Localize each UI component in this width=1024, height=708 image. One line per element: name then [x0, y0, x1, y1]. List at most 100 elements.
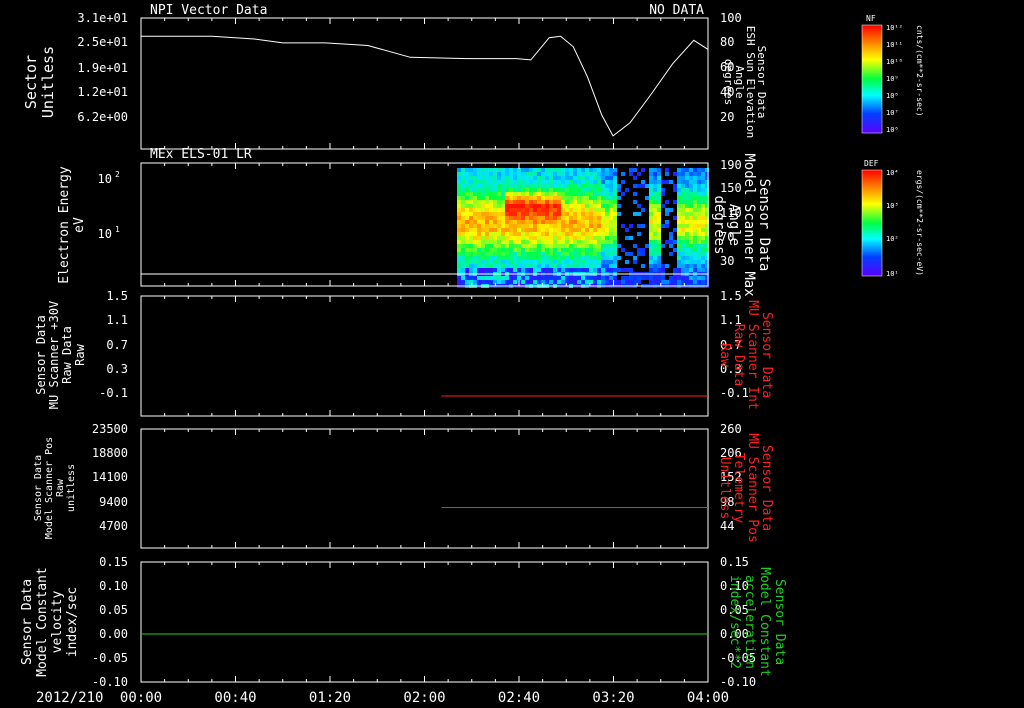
- spectrogram-cell: [525, 244, 529, 248]
- spectrogram-cell: [645, 244, 649, 248]
- spectrogram-cell: [469, 280, 473, 284]
- spectrogram-cell: [545, 180, 549, 184]
- spectrogram-cell: [561, 256, 565, 260]
- svg-text:Angle: Angle: [726, 204, 742, 246]
- spectrogram-cell: [589, 240, 593, 244]
- spectrogram-cell: [633, 244, 637, 248]
- spectrogram-cell: [553, 244, 557, 248]
- spectrogram-cell: [469, 196, 473, 200]
- spectrogram-cell: [469, 248, 473, 252]
- spectrogram-cell: [541, 240, 545, 244]
- spectrogram-cell: [621, 172, 625, 176]
- spectrogram-cell: [565, 248, 569, 252]
- spectrogram-cell: [681, 168, 685, 172]
- spectrogram-cell: [625, 280, 629, 284]
- spectrogram-cell: [533, 248, 537, 252]
- spectrogram-cell: [661, 180, 665, 184]
- spectrogram-cell: [537, 184, 541, 188]
- spectrogram-cell: [561, 220, 565, 224]
- spectrogram-cell: [509, 228, 513, 232]
- spectrogram-cell: [553, 276, 557, 280]
- spectrogram-cell: [513, 168, 517, 172]
- spectrogram-cell: [593, 176, 597, 180]
- spectrogram-cell: [689, 256, 693, 260]
- spectrogram-cell: [565, 256, 569, 260]
- spectrogram-cell: [657, 256, 661, 260]
- spectrogram-cell: [473, 208, 477, 212]
- spectrogram-cell: [701, 204, 705, 208]
- spectrogram-cell: [529, 244, 533, 248]
- spectrogram-cell: [501, 168, 505, 172]
- spectrogram-cell: [677, 256, 681, 260]
- spectrogram-cell: [461, 176, 465, 180]
- spectrogram-cell: [541, 212, 545, 216]
- spectrogram-cell: [529, 200, 533, 204]
- spectrogram-cell: [629, 224, 633, 228]
- spectrogram-cell: [569, 252, 573, 256]
- spectrogram-cell: [657, 244, 661, 248]
- spectrogram-cell: [593, 236, 597, 240]
- spectrogram-cell: [513, 252, 517, 256]
- spectrogram-cell: [489, 276, 493, 280]
- svg-text:acceleration: acceleration: [742, 575, 757, 669]
- spectrogram-cell: [685, 168, 689, 172]
- spectrogram-cell: [461, 172, 465, 176]
- spectrogram-cell: [677, 184, 681, 188]
- spectrogram-cell: [529, 236, 533, 240]
- spectrogram-cell: [485, 216, 489, 220]
- colorbar-tick: 10⁸: [886, 92, 899, 100]
- spectrogram-cell: [553, 196, 557, 200]
- spectrogram-cell: [593, 264, 597, 268]
- spectrogram-cell: [685, 244, 689, 248]
- spectrogram-cell: [601, 168, 605, 172]
- spectrogram-cell: [673, 172, 677, 176]
- spectrogram-cell: [665, 212, 669, 216]
- spectrogram-cell: [649, 192, 653, 196]
- spectrogram-cell: [521, 208, 525, 212]
- spectrogram-cell: [589, 212, 593, 216]
- spectrogram-cell: [577, 224, 581, 228]
- spectrogram-cell: [557, 252, 561, 256]
- tick-label: 1.9e+01: [77, 61, 128, 75]
- spectrogram-cell: [465, 236, 469, 240]
- spectrogram-cell: [573, 168, 577, 172]
- spectrogram-cell: [697, 196, 701, 200]
- spectrogram-cell: [457, 180, 461, 184]
- spectrogram-cell: [657, 188, 661, 192]
- spectrogram-cell: [621, 180, 625, 184]
- spectrogram-cell: [525, 224, 529, 228]
- spectrogram-cell: [569, 216, 573, 220]
- spectrogram-cell: [485, 176, 489, 180]
- tick-label: 2.5e+01: [77, 35, 128, 49]
- spectrogram-cell: [681, 208, 685, 212]
- spectrogram-cell: [577, 200, 581, 204]
- spectrogram-cell: [581, 208, 585, 212]
- spectrogram-cell: [461, 200, 465, 204]
- spectrogram-cell: [537, 224, 541, 228]
- spectrogram-cell: [697, 208, 701, 212]
- spectrogram-cell: [477, 240, 481, 244]
- spectrogram-cell: [557, 260, 561, 264]
- spectrogram-cell: [585, 192, 589, 196]
- spectrogram-cell: [609, 276, 613, 280]
- spectrogram-cell: [497, 188, 501, 192]
- spectrogram-cell: [541, 224, 545, 228]
- spectrogram-cell: [697, 224, 701, 228]
- spectrogram-cell: [493, 260, 497, 264]
- svg-text:degrees: degrees: [711, 195, 727, 254]
- spectrogram-cell: [513, 204, 517, 208]
- spectrogram-cell: [461, 180, 465, 184]
- spectrogram-cell: [509, 276, 513, 280]
- spectrogram-cell: [693, 244, 697, 248]
- spectrogram-cell: [541, 276, 545, 280]
- spectrogram-cell: [605, 232, 609, 236]
- spectrogram-cell: [481, 212, 485, 216]
- spectrogram-cell: [497, 196, 501, 200]
- spectrogram-cell: [477, 168, 481, 172]
- svg-text:degrees: degrees: [722, 59, 735, 105]
- spectrogram-cell: [481, 176, 485, 180]
- spectrogram-cell: [465, 208, 469, 212]
- spectrogram-cell: [569, 172, 573, 176]
- spectrogram-cell: [685, 260, 689, 264]
- spectrogram-cell: [677, 216, 681, 220]
